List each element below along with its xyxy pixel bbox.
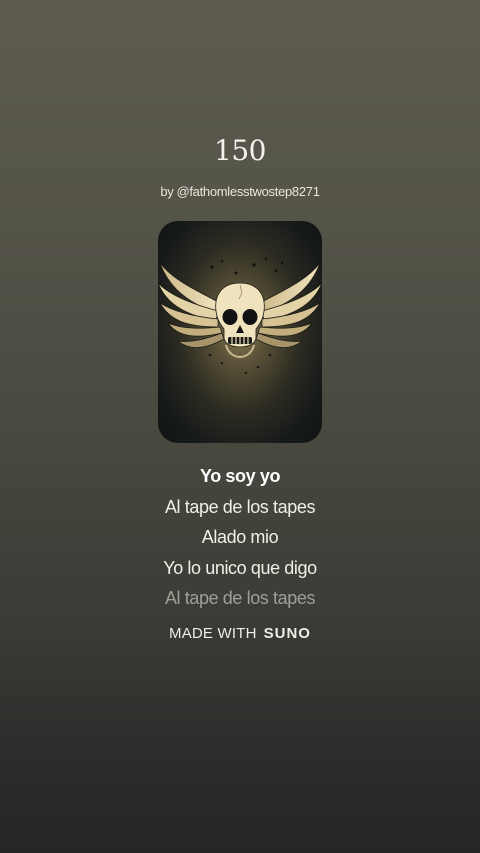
lyric-line-upcoming: Al tape de los tapes <box>164 588 316 608</box>
lyric-line: Alado mio <box>201 527 279 547</box>
lyric-line-current: Yo soy yo <box>199 466 281 486</box>
song-title: 150 <box>214 134 266 167</box>
byline-prefix: by <box>160 184 174 199</box>
artist-byline: by @fathomlesstwostep8271 <box>0 184 480 199</box>
made-with-suno-badge[interactable]: MADE WITH SUNO <box>0 625 480 642</box>
player-screen: 150 by @fathomlesstwostep8271 Yo soy yo … <box>0 0 480 853</box>
lyric-line: Al tape de los tapes <box>164 496 316 517</box>
artist-handle[interactable]: @fathomlesstwostep8271 <box>176 184 319 199</box>
winged-skull-icon <box>158 257 322 375</box>
cover-art <box>158 221 322 443</box>
lyrics-list: Yo soy yo Al tape de los tapes Alado mio… <box>0 461 480 614</box>
suno-logo: SUNO <box>263 625 311 642</box>
lyric-line: Yo lo unico que digo <box>163 557 317 578</box>
made-with-label: MADE WITH <box>169 625 257 642</box>
